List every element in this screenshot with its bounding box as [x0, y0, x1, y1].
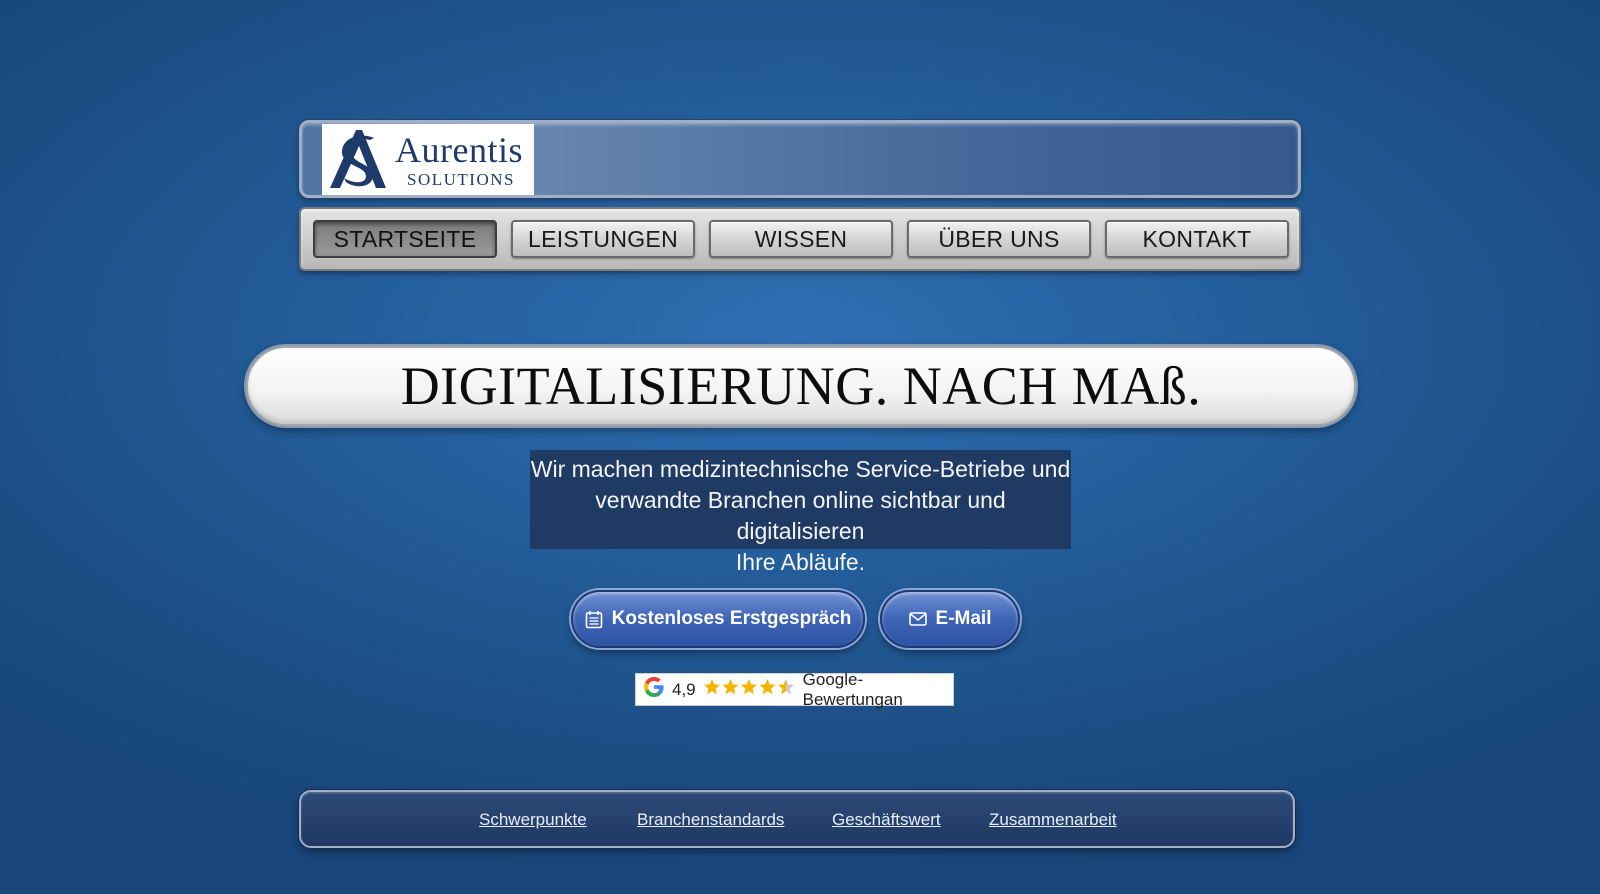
nav-ueber-uns[interactable]: ÜBER UNS: [907, 220, 1091, 258]
nav-wissen[interactable]: WISSEN: [709, 220, 893, 258]
subtitle-line: verwandte Branchen online sichtbar und d…: [595, 487, 1006, 544]
hero-banner: DIGITALISIERUNG. NACH MAß.: [246, 346, 1356, 426]
consultation-button[interactable]: Kostenloses Erstgespräch: [571, 590, 865, 648]
footer-link-branchenstandards[interactable]: Branchenstandards: [637, 810, 784, 830]
footer-link-geschaeftswert[interactable]: Geschäftswert: [832, 810, 941, 830]
logo-monogram-icon: [330, 130, 386, 188]
rating-label: Google-Bewertungan: [802, 669, 903, 709]
google-icon: [642, 675, 666, 704]
mail-icon: [908, 612, 927, 626]
footer-link-schwerpunkte[interactable]: Schwerpunkte: [479, 810, 587, 830]
consultation-button-label: Kostenloses Erstgespräch: [611, 608, 852, 629]
rating-stars: [703, 678, 795, 702]
nav-kontakt[interactable]: KONTAKT: [1105, 220, 1289, 258]
subtitle-line: Ihre Abläufe.: [735, 549, 866, 575]
rating-score: 4,9: [672, 679, 696, 699]
nav-startseite[interactable]: STARTSEITE: [313, 220, 497, 258]
google-rating-badge[interactable]: 4,9 Google-Bewertungan: [635, 670, 954, 709]
footer-link-zusammenarbeit[interactable]: Zusammenarbeit: [989, 810, 1117, 830]
brand-tagline: SOLUTIONS: [407, 170, 515, 189]
nav-leistungen[interactable]: LEISTUNGEN: [511, 220, 695, 258]
subtitle-line: Wir machen medizintechnische Service-Bet…: [530, 456, 1071, 482]
calendar-icon: [585, 610, 603, 629]
footer-bar: [299, 790, 1295, 848]
email-button-label: E-Mail: [935, 608, 992, 629]
hero-title: DIGITALISIERUNG. NACH MAß.: [400, 356, 1202, 416]
hero-subtitle: Wir machen medizintechnische Service-Bet…: [530, 450, 1071, 575]
email-button[interactable]: E-Mail: [880, 590, 1020, 648]
brand-name: Aurentis: [395, 130, 523, 170]
logo[interactable]: Aurentis SOLUTIONS: [322, 124, 534, 195]
